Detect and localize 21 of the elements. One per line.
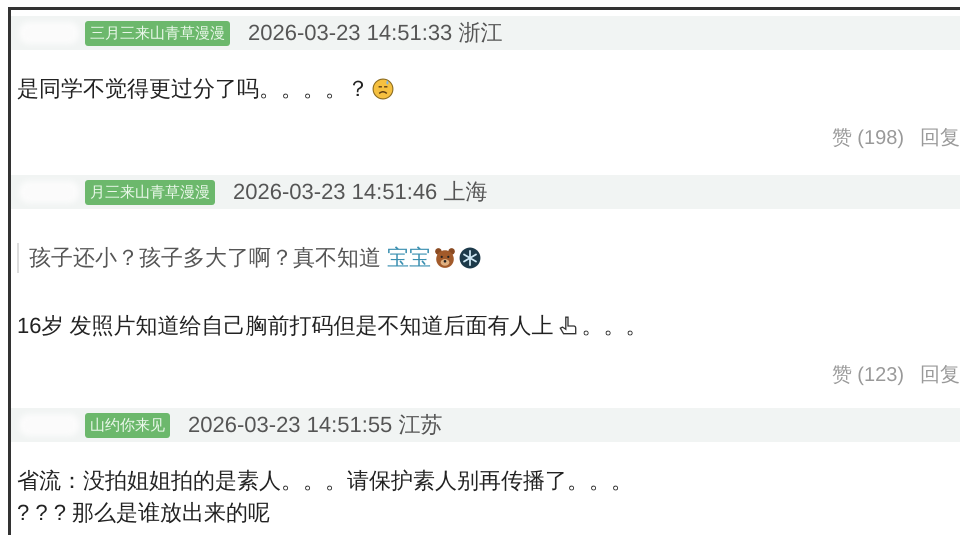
like-button[interactable]: 赞 (198): [832, 124, 904, 151]
mention-link[interactable]: 宝宝: [387, 245, 432, 270]
snowflake-icon: [459, 247, 482, 269]
sad-face-icon: [372, 78, 394, 100]
user-tag: 三月三来山青草漫漫: [85, 20, 230, 46]
comment-text: 是同学不觉得更过分了吗。。。。？: [17, 75, 369, 103]
comment-text: 。。。: [582, 312, 648, 340]
comment-text: 16岁 发照片知道给自己胸前打码但是不知道后面有人上: [17, 312, 554, 340]
comment-text: 省流：没拍姐姐拍的是素人。。。请保护素人别再传播了。。。: [17, 467, 633, 495]
bear-icon: [434, 247, 456, 269]
like-button[interactable]: 赞 (123): [832, 361, 904, 388]
quoted-text: 孩子还小？孩子多大了啊？真不知道 宝宝: [17, 243, 432, 273]
comment-meta: 2026-03-23 14:51:55 江苏: [188, 411, 442, 439]
user-tag: 月三来山青草漫漫: [85, 180, 215, 204]
pointing-hand-icon: [556, 315, 579, 337]
comment-meta: 2026-03-23 14:51:33 浙江: [248, 19, 502, 47]
reply-button[interactable]: 回复: [920, 361, 960, 388]
reply-button[interactable]: 回复: [920, 124, 960, 151]
user-tag: 山约你来见: [85, 412, 170, 438]
comment-meta: 2026-03-23 14:51:46 上海: [233, 178, 488, 206]
comment-text: ? ? ? 那么是谁放出来的呢: [17, 499, 270, 527]
